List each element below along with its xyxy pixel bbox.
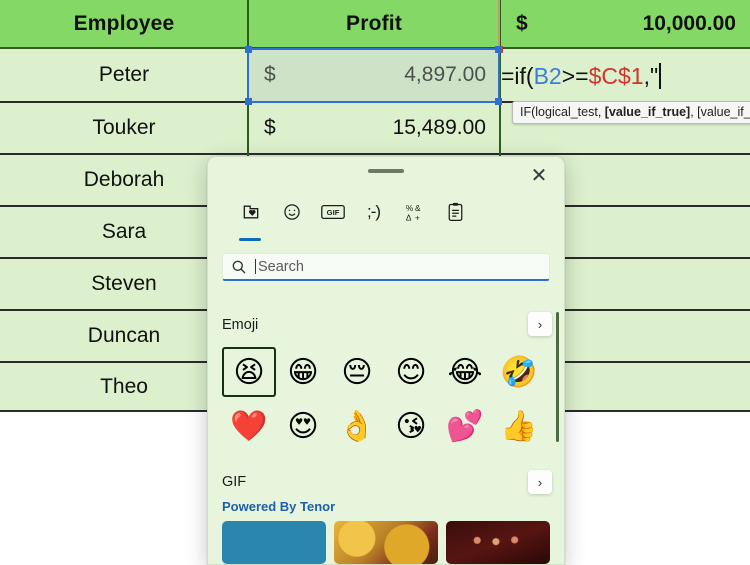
emoji-panel-tabs: GIF ;-) % & Δ + [230, 199, 550, 241]
svg-text:+: + [415, 213, 420, 222]
emoji-item[interactable]: 😁 [276, 347, 330, 397]
formula-editor[interactable]: =if( B2 >= $C$1 ," [501, 49, 750, 103]
header-label-profit: Profit [345, 11, 403, 35]
svg-text:%: % [405, 204, 413, 213]
selection-handle-bottom-left[interactable] [245, 98, 252, 105]
recent-heart-icon [241, 199, 261, 225]
svg-text:GIF: GIF [326, 208, 339, 217]
formula-prefix: =if( [501, 62, 534, 89]
emoji-item[interactable]: 😔 [330, 347, 384, 397]
header-label-employee: Employee [73, 11, 175, 35]
emoji-item[interactable]: 👍 [492, 401, 546, 451]
tenor-attribution[interactable]: Powered By Tenor [222, 499, 335, 514]
search-placeholder: Search [258, 258, 304, 275]
employee-name: Touker [92, 116, 156, 139]
formula-suffix: ," [643, 62, 659, 89]
emoji-item[interactable]: 😍 [276, 401, 330, 451]
header-cell-employee[interactable]: Employee [0, 0, 248, 49]
emoji-item[interactable]: 👌 [330, 401, 384, 451]
employee-name: Peter [98, 63, 150, 86]
emoji-grid: 😫 😁 😔 😊 😂 🤣 ❤️ 😍 👌 😘 💕 👍 [222, 345, 547, 453]
tooltip-function-name: IF( [520, 105, 536, 119]
emoji-item[interactable]: 🤣 [492, 347, 546, 397]
cell-selection-b2[interactable] [245, 46, 502, 105]
tooltip-arg-rest: , [value_if_fals [690, 105, 750, 119]
svg-text:Δ: Δ [405, 213, 411, 222]
formula-cell-reference-c1: $C$1 [588, 62, 644, 89]
emoji-section-expand-button[interactable]: › [528, 312, 552, 336]
employee-name: Sara [101, 220, 147, 243]
cell-profit[interactable]: $ 15,489.00 [248, 103, 500, 155]
formula-operator: >= [561, 62, 589, 89]
emoji-item[interactable]: 😊 [384, 347, 438, 397]
panel-drag-handle[interactable] [368, 169, 404, 173]
gif-thumbnail-dark[interactable] [446, 521, 550, 564]
symbols-icon: % & Δ + [404, 199, 426, 225]
emoji-item[interactable]: 😘 [384, 401, 438, 451]
gif-thumbnail-minions[interactable] [334, 521, 438, 564]
svg-text:&: & [415, 204, 421, 213]
section-title-gif: GIF [222, 474, 247, 490]
tooltip-arg-logical: logical_test, [535, 105, 605, 119]
gif-thumbnail-row [222, 521, 552, 564]
selection-handle-top-left[interactable] [245, 46, 252, 53]
kaomoji-icon: ;-) [366, 202, 381, 221]
emoji-picker-panel[interactable]: ✕ GIF ;-) % & Δ + Search Emoji › 😫 😁 😔 😊… [207, 156, 565, 565]
panel-scrollbar[interactable] [556, 312, 559, 442]
emoji-row: ❤️ 😍 👌 😘 💕 👍 [222, 399, 547, 453]
emoji-row: 😫 😁 😔 😊 😂 🤣 [222, 345, 547, 399]
profit-value: 15,489.00 [392, 116, 486, 139]
tab-emoji[interactable] [271, 199, 312, 239]
search-caret [255, 259, 256, 274]
tab-clipboard[interactable] [435, 199, 476, 239]
formula-cell-reference-b2: B2 [533, 62, 562, 89]
currency-symbol: $ [264, 116, 276, 139]
tab-kaomoji[interactable]: ;-) [353, 199, 394, 239]
header-cell-profit[interactable]: Profit [248, 0, 500, 49]
text-caret [659, 63, 662, 89]
employee-name: Steven [91, 272, 157, 295]
active-tab-indicator [239, 238, 261, 241]
cell-employee-name[interactable]: Touker [0, 103, 248, 155]
clipboard-icon [446, 199, 465, 225]
tab-gif[interactable]: GIF [312, 199, 353, 239]
gif-icon: GIF [320, 199, 345, 225]
gif-section-expand-button[interactable]: › [528, 470, 552, 494]
emoji-item[interactable]: 😂 [438, 347, 492, 397]
close-icon[interactable]: ✕ [522, 161, 556, 191]
emoji-item[interactable]: 💕 [438, 401, 492, 451]
emoji-item[interactable]: 😫 [222, 347, 276, 397]
section-title-emoji: Emoji [222, 317, 259, 333]
tab-recent[interactable] [230, 199, 271, 241]
search-icon [231, 259, 247, 275]
cell-employee-name[interactable]: Peter [0, 49, 248, 103]
employee-name: Deborah [83, 168, 165, 191]
formula-reference-highlight-c1 [496, 0, 750, 53]
function-hint-tooltip: IF(logical_test, [value_if_true], [value… [512, 101, 750, 124]
gif-thumbnail-blue[interactable] [222, 521, 326, 564]
emoji-search-box[interactable]: Search [222, 253, 550, 281]
smiley-icon [282, 199, 302, 225]
employee-name: Duncan [87, 324, 161, 347]
tooltip-arg-active: [value_if_true] [604, 105, 691, 119]
tab-symbols[interactable]: % & Δ + [394, 199, 435, 239]
employee-name: Theo [100, 374, 148, 398]
emoji-item[interactable]: ❤️ [222, 401, 276, 451]
